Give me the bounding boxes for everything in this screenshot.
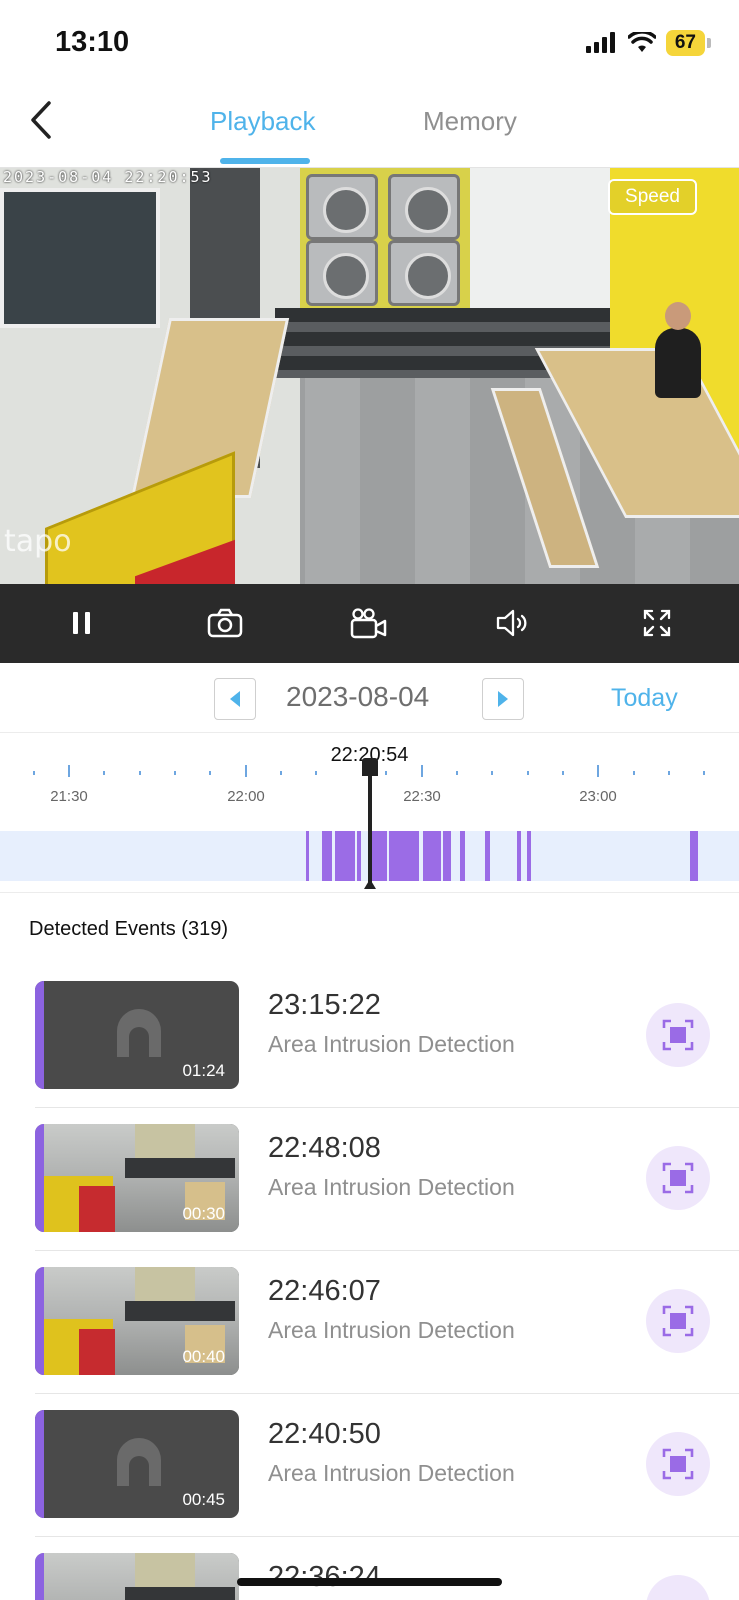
- event-thumbnail[interactable]: [35, 1553, 239, 1600]
- current-date[interactable]: 2023-08-04: [286, 681, 429, 713]
- recording-segment[interactable]: [322, 831, 332, 881]
- back-button[interactable]: [22, 98, 62, 142]
- recording-segment[interactable]: [690, 831, 698, 881]
- today-button[interactable]: Today: [611, 684, 678, 713]
- timeline-playhead-foot: [364, 879, 376, 889]
- triangle-right-icon: [498, 691, 508, 707]
- event-duration: 00:40: [182, 1347, 225, 1366]
- event-type: Area Intrusion Detection: [268, 1317, 515, 1343]
- timeline-label-2300: 23:00: [579, 788, 617, 805]
- playback-controls: [0, 584, 739, 663]
- triangle-left-icon: [230, 691, 240, 707]
- event-duration: 00:45: [182, 1490, 225, 1509]
- status-icons: 67: [585, 30, 711, 56]
- event-time: 22:40:50: [268, 1418, 381, 1450]
- chevron-left-icon: [31, 101, 51, 139]
- recording-segment[interactable]: [306, 831, 309, 881]
- recording-segment[interactable]: [370, 831, 387, 881]
- event-row[interactable]: 00:45 22:40:50 Area Intrusion Detection: [35, 1394, 739, 1537]
- home-indicator[interactable]: [237, 1578, 502, 1586]
- event-thumbnail[interactable]: 01:24: [35, 981, 239, 1089]
- event-detection-badge[interactable]: [646, 1003, 710, 1067]
- header: Playback Memory: [0, 88, 739, 168]
- recording-segment[interactable]: [423, 831, 441, 881]
- event-time: 22:46:07: [268, 1275, 381, 1307]
- area-intrusion-icon: [662, 1305, 694, 1337]
- home-placeholder-icon: [117, 1438, 161, 1486]
- tab-playback[interactable]: Playback: [210, 106, 316, 137]
- event-row[interactable]: 22:36:24: [35, 1537, 739, 1600]
- speaker-icon: [496, 609, 527, 637]
- event-row[interactable]: 00:30 22:48:08 Area Intrusion Detection: [35, 1108, 739, 1251]
- event-time: 23:15:22: [268, 989, 381, 1021]
- event-row[interactable]: 00:40 22:46:07 Area Intrusion Detection: [35, 1251, 739, 1394]
- recording-segment[interactable]: [460, 831, 465, 881]
- recording-segment[interactable]: [357, 831, 361, 881]
- event-duration: 00:30: [182, 1204, 225, 1223]
- cellular-signal-icon: [585, 32, 615, 53]
- event-duration: 01:24: [182, 1061, 225, 1080]
- timeline-label-2130: 21:30: [50, 788, 88, 805]
- video-washing-machines: [300, 168, 470, 308]
- fullscreen-button[interactable]: [635, 601, 679, 645]
- event-detection-badge[interactable]: [646, 1146, 710, 1210]
- event-detection-badge[interactable]: [646, 1289, 710, 1353]
- video-person: [655, 302, 701, 398]
- next-day-button[interactable]: [482, 678, 524, 720]
- event-type: Area Intrusion Detection: [268, 1460, 515, 1486]
- watermark-logo: tapo: [4, 524, 72, 559]
- area-intrusion-icon: [662, 1019, 694, 1051]
- timeline-label-2200: 22:00: [227, 788, 265, 805]
- timeline-label-2230: 22:30: [403, 788, 441, 805]
- home-placeholder-icon: [117, 1009, 161, 1057]
- tab-memory[interactable]: Memory: [423, 106, 517, 137]
- event-thumbnail[interactable]: 00:40: [35, 1267, 239, 1375]
- event-thumbnail[interactable]: 00:30: [35, 1124, 239, 1232]
- previous-day-button[interactable]: [214, 678, 256, 720]
- area-intrusion-icon: [662, 1162, 694, 1194]
- audio-button[interactable]: [491, 601, 535, 645]
- recording-segment[interactable]: [517, 831, 521, 881]
- status-time: 13:10: [55, 26, 130, 58]
- event-detection-badge[interactable]: [646, 1432, 710, 1496]
- battery-level: 67: [665, 30, 705, 56]
- date-selector: 2023-08-04 Today: [0, 663, 739, 733]
- speed-button[interactable]: Speed: [608, 179, 697, 215]
- timeline-playhead-line: [368, 761, 372, 886]
- event-list: 01:24 23:15:22 Area Intrusion Detection …: [0, 965, 739, 1600]
- recording-segment[interactable]: [335, 831, 355, 881]
- recording-segment[interactable]: [527, 831, 531, 881]
- battery-icon: [707, 38, 711, 48]
- video-timestamp: 2023-08-04 22:20:53: [3, 168, 213, 186]
- camera-snapshot-icon: [207, 608, 243, 638]
- recording-segment[interactable]: [485, 831, 490, 881]
- event-type: Area Intrusion Detection: [268, 1174, 515, 1200]
- event-row[interactable]: 01:24 23:15:22 Area Intrusion Detection: [35, 965, 739, 1108]
- timeline[interactable]: 22:20:54 21:30 22:00 22:30 23:00: [0, 733, 739, 893]
- active-tab-indicator: [220, 158, 310, 164]
- fullscreen-icon: [643, 609, 671, 637]
- event-thumbnail[interactable]: 00:45: [35, 1410, 239, 1518]
- record-video-icon: [350, 608, 387, 639]
- recording-segment[interactable]: [443, 831, 451, 881]
- event-detection-badge[interactable]: [646, 1575, 710, 1600]
- area-intrusion-icon: [662, 1448, 694, 1480]
- detected-events-title: Detected Events (319): [29, 918, 228, 940]
- video-player[interactable]: 2023-08-04 22:20:53 Speed tapo: [0, 168, 739, 584]
- pause-button[interactable]: [60, 601, 104, 645]
- status-bar: 13:10 67: [0, 0, 739, 88]
- record-button[interactable]: [347, 601, 391, 645]
- wifi-icon: [627, 32, 656, 52]
- recording-segment[interactable]: [389, 831, 419, 881]
- snapshot-button[interactable]: [203, 601, 247, 645]
- event-time: 22:48:08: [268, 1132, 381, 1164]
- event-type: Area Intrusion Detection: [268, 1031, 515, 1057]
- pause-icon: [73, 612, 90, 634]
